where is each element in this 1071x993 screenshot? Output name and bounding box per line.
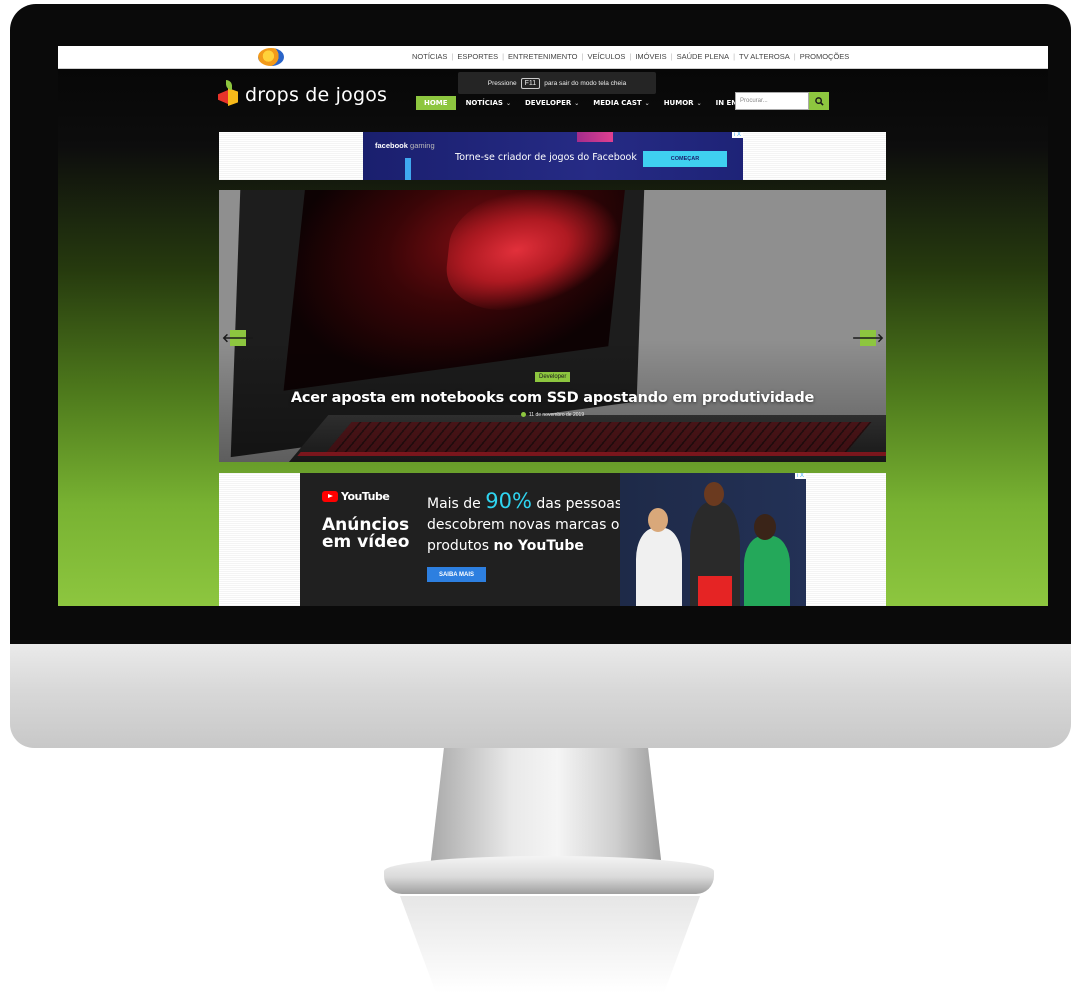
youtube-play-icon xyxy=(322,491,338,502)
portal-links: NOTÍCIAS | ESPORTES | ENTRETENIMENTO | VEÍC… xyxy=(412,52,850,61)
top-ad-slot: facebook gaming Torne-se criador de jogo… xyxy=(219,132,886,180)
browser-screen: NOTÍCIAS | ESPORTES | ENTRETENIMENTO | VEÍC… xyxy=(58,46,1048,606)
main-nav: HOME NOTÍCIAS ⌄ DEVELOPER ⌄ MEDIA CAST ⌄ HU… xyxy=(416,96,775,110)
portal-link-veiculos[interactable]: VEÍCULOS xyxy=(587,52,625,61)
search-button[interactable] xyxy=(809,92,829,110)
person-illustration xyxy=(648,508,668,532)
nav-media-cast[interactable]: MEDIA CAST ⌄ xyxy=(593,99,649,107)
monitor-stand-neck xyxy=(430,748,662,868)
nav-home[interactable]: HOME xyxy=(416,96,456,110)
toast-key: F11 xyxy=(520,77,541,89)
hero-category-badge[interactable]: Developer xyxy=(535,372,571,382)
toast-text-post: para sair do modo tela cheia xyxy=(544,79,627,87)
fb-brand-light: gaming xyxy=(410,141,435,150)
nav-developer[interactable]: DEVELOPER ⌄ xyxy=(525,99,579,107)
nav-developer-label: DEVELOPER xyxy=(524,99,572,107)
portal-top-bar: NOTÍCIAS | ESPORTES | ENTRETENIMENTO | VEÍC… xyxy=(58,46,1048,69)
portal-link-noticias[interactable]: NOTÍCIAS xyxy=(412,52,447,61)
slider-prev-arrow-icon[interactable]: 🡐 xyxy=(222,330,254,346)
mid-ad-slot: YouTube Anúncios em vídeo Mais de 90% da… xyxy=(219,473,886,606)
portal-link-tv-alterosa[interactable]: TV ALTEROSA xyxy=(739,52,790,61)
facebook-gaming-ad[interactable]: facebook gaming Torne-se criador de jogo… xyxy=(363,132,743,180)
site-logo[interactable]: drops de jogos xyxy=(218,80,387,110)
portal-link-promocoes[interactable]: PROMOÇÕES xyxy=(800,52,850,61)
youtube-logo-text: YouTube xyxy=(341,490,390,503)
person-illustration xyxy=(754,514,776,540)
search-input[interactable]: Procurar... xyxy=(735,92,809,110)
yt-copy-line1-pre: Mais de xyxy=(427,496,481,512)
portal-logo-icon[interactable] xyxy=(258,48,284,66)
nav-humor[interactable]: HUMOR ⌄ xyxy=(664,99,702,107)
monitor-stand-reflection xyxy=(400,896,700,993)
person-illustration xyxy=(744,536,790,606)
yt-ad-headline: Anúncios em vídeo xyxy=(322,517,409,551)
portal-link-esportes[interactable]: ESPORTES xyxy=(457,52,498,61)
person-illustration xyxy=(698,576,732,606)
adchoices-icon[interactable]: i X xyxy=(731,132,743,138)
hero-date-text: 11 de novembro de 2019 xyxy=(528,412,585,418)
yt-headline-line2: em vídeo xyxy=(322,532,410,552)
facebook-gaming-logo: facebook gaming xyxy=(375,141,435,150)
ad-decoration xyxy=(405,158,411,180)
hero-title[interactable]: Acer aposta em notebooks com SSD apostan… xyxy=(219,390,886,406)
nav-humor-label: HUMOR xyxy=(663,99,694,107)
yt-ad-copy: Mais de 90% das pessoas descobrem novas … xyxy=(427,491,628,557)
monitor-chin xyxy=(10,644,1071,748)
nav-noticias[interactable]: NOTÍCIAS ⌄ xyxy=(466,99,511,107)
youtube-video-ad[interactable]: YouTube Anúncios em vídeo Mais de 90% da… xyxy=(300,473,806,606)
fb-ad-cta-button[interactable]: COMEÇAR xyxy=(643,151,727,167)
yt-copy-line2: descobrem novas marcas ou xyxy=(427,517,629,533)
hero-slider[interactable]: 🡐 🡒 Developer Acer aposta em notebooks c… xyxy=(219,190,886,462)
clock-icon xyxy=(520,412,526,418)
yt-copy-line1-post: das pessoas xyxy=(536,496,623,512)
chevron-down-icon: ⌄ xyxy=(644,100,650,107)
search-icon xyxy=(814,96,824,106)
yt-ad-illustration xyxy=(620,473,806,606)
yt-copy-line3-bold: no YouTube xyxy=(493,538,584,554)
fb-ad-text: Torne-se criador de jogos do Facebook xyxy=(455,152,637,163)
toast-text-pre: Pressione xyxy=(487,79,517,87)
portal-link-entretenimento[interactable]: ENTRETENIMENTO xyxy=(508,52,577,61)
nav-media-cast-label: MEDIA CAST xyxy=(593,99,642,107)
yt-copy-line3-pre: produtos xyxy=(427,538,490,554)
chevron-down-icon: ⌄ xyxy=(696,100,702,107)
yt-ad-cta-button[interactable]: SAIBA MAIS xyxy=(427,567,486,582)
portal-link-imoveis[interactable]: IMÓVEIS xyxy=(635,52,666,61)
slider-next-arrow-icon[interactable]: 🡒 xyxy=(852,330,884,346)
chevron-down-icon: ⌄ xyxy=(574,100,580,107)
adchoices-icon[interactable]: i X xyxy=(794,473,806,479)
portal-link-saude-plena[interactable]: SAÚDE PLENA xyxy=(677,52,730,61)
nav-noticias-label: NOTÍCIAS xyxy=(465,99,503,107)
site-name: drops de jogos xyxy=(245,84,388,106)
person-illustration xyxy=(636,528,682,606)
drops-logo-icon xyxy=(218,80,240,110)
fb-brand-bold: facebook xyxy=(375,141,408,150)
monitor-stand-base xyxy=(384,856,714,894)
yt-copy-percent: 90% xyxy=(485,489,532,513)
person-illustration xyxy=(704,482,724,506)
chevron-down-icon: ⌄ xyxy=(505,100,511,107)
fullscreen-toast: Pressione F11 para sair do modo tela che… xyxy=(458,72,656,94)
hero-date: 11 de novembro de 2019 xyxy=(219,412,886,418)
ad-decoration xyxy=(577,132,613,142)
youtube-logo: YouTube xyxy=(322,490,390,503)
